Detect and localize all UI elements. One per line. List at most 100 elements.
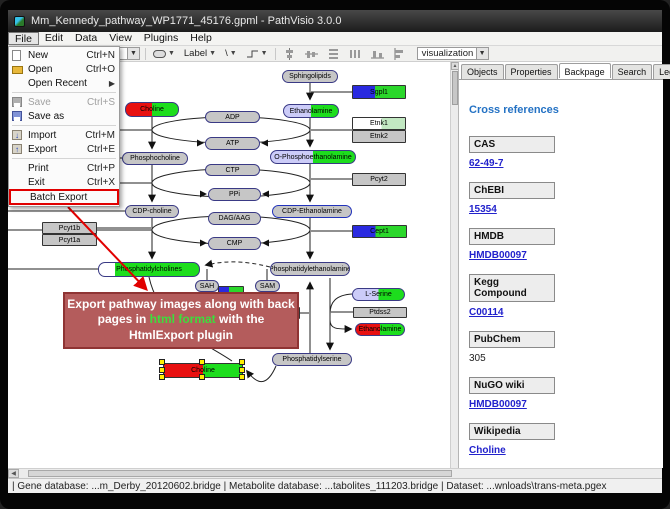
metabolite-node-l-serine[interactable]: L-Serine xyxy=(352,288,405,301)
menu-plugins[interactable]: Plugins xyxy=(138,32,184,45)
selection-handle[interactable] xyxy=(239,374,245,380)
gene-node-pcyt1b[interactable]: Pcyt1b xyxy=(42,222,97,234)
xref-source-header: HMDB xyxy=(469,228,555,245)
metabolite-node-ppi[interactable]: PPi xyxy=(208,188,261,201)
file-menu-item-open[interactable]: OpenCtrl+O xyxy=(9,62,119,76)
menu-edit[interactable]: Edit xyxy=(39,32,69,45)
file-menu-item-exit[interactable]: ExitCtrl+X xyxy=(9,175,119,189)
tab-search[interactable]: Search xyxy=(612,64,653,79)
visualization-combobox[interactable]: visualization ▼ xyxy=(417,47,489,60)
file-menu-item-import[interactable]: ↓ImportCtrl+M xyxy=(9,128,119,142)
align-center-y-button[interactable] xyxy=(303,47,320,61)
menu-help[interactable]: Help xyxy=(184,32,218,45)
metabolite-node-phosphatidylethanolamine[interactable]: Phosphatidylethanolamine xyxy=(270,262,350,276)
visualization-dropdown-arrow-icon[interactable]: ▼ xyxy=(476,48,488,59)
metabolite-node-cdp-choline[interactable]: CDP-choline xyxy=(125,205,179,218)
file-menu-item-export[interactable]: ↑ExportCtrl+E xyxy=(9,142,119,156)
file-menu-item-batch-export[interactable]: Batch Export xyxy=(9,189,119,205)
gene-node-sgpl1[interactable]: Sgpl1 xyxy=(352,85,406,99)
label-button-text: Label xyxy=(184,48,207,59)
file-menu-item-new[interactable]: NewCtrl+N xyxy=(9,48,119,62)
file-menu-item-save[interactable]: SaveCtrl+S xyxy=(9,95,119,109)
file-menu-shortcut: Ctrl+N xyxy=(86,50,115,61)
visualization-value: visualization xyxy=(422,48,474,59)
selection-handle[interactable] xyxy=(199,359,205,365)
screenshot-frame: Mm_Kennedy_pathway_WP1771_45176.gpml - P… xyxy=(0,0,670,509)
align-bottom-button[interactable] xyxy=(369,47,386,61)
metabolite-node-phosphatidylserine[interactable]: Phosphatidylserine xyxy=(272,353,352,366)
gene-node-cept1[interactable]: Cept1 xyxy=(352,225,407,238)
horizontal-scrollbar-thumb[interactable] xyxy=(28,470,452,477)
metabolite-node-ethanolamine[interactable]: Ethanolamine xyxy=(283,104,339,118)
file-menu-item-open-recent[interactable]: Open Recent▶ xyxy=(9,76,119,90)
metabolite-node-phosphatidylcholines[interactable]: Phosphatidylcholines xyxy=(98,262,200,277)
new-line-button[interactable]: \▼ xyxy=(223,47,239,61)
distribute-vertical-button[interactable] xyxy=(325,47,342,61)
selection-handle[interactable] xyxy=(159,367,165,373)
metabolite-node-choline[interactable]: Choline xyxy=(125,102,179,117)
selection-handle[interactable] xyxy=(199,374,205,380)
xref-section-cas: CAS62-49-7 xyxy=(469,136,653,169)
horizontal-scrollbar[interactable]: ◀ xyxy=(8,468,662,478)
align-center-y-icon xyxy=(305,48,318,60)
metabolite-node-dag-aag[interactable]: DAG/AAG xyxy=(208,212,261,225)
metabolite-node-cmp[interactable]: CMP xyxy=(208,237,261,250)
callout-highlight: html format xyxy=(150,312,216,326)
selection-handle[interactable] xyxy=(239,367,245,373)
save-icon xyxy=(12,97,24,108)
tab-backpage[interactable]: Backpage xyxy=(559,63,611,78)
file-menu-item-label: Batch Export xyxy=(30,192,109,203)
metabolite-node-o-phosphoethanolamine[interactable]: O-Phosphoethanolamine xyxy=(270,150,356,164)
file-menu: NewCtrl+NOpenCtrl+OOpen Recent▶ SaveCtrl+… xyxy=(8,46,120,207)
new-label-button[interactable]: Label▼ xyxy=(182,47,218,61)
tab-properties[interactable]: Properties xyxy=(505,64,558,79)
align-center-x-button[interactable] xyxy=(281,47,298,61)
distribute-horizontal-button[interactable] xyxy=(347,47,364,61)
metabolite-node-sam[interactable]: SAM xyxy=(255,280,280,292)
metabolite-node-phosphocholine[interactable]: Phosphocholine xyxy=(122,152,188,165)
xref-value: C00114 xyxy=(469,307,653,318)
metabolite-node-ethanolamine[interactable]: Ethanolamine xyxy=(355,323,405,336)
no-icon xyxy=(12,163,24,174)
vertical-scrollbar[interactable]: ▲ xyxy=(450,62,458,468)
file-menu-item-print[interactable]: PrintCtrl+P xyxy=(9,161,119,175)
gene-node-pcyt1a[interactable]: Pcyt1a xyxy=(42,234,97,246)
metabolite-node-ctp[interactable]: CTP xyxy=(205,164,260,176)
metabolite-node-atp[interactable]: ATP xyxy=(205,137,260,150)
menu-view[interactable]: View xyxy=(103,32,138,45)
gene-node-pcyt2[interactable]: Pcyt2 xyxy=(352,173,406,186)
metabolite-node-sah[interactable]: SAH xyxy=(195,280,219,292)
metabolite-node-cdp-ethanolamine[interactable]: CDP-Ethanolamine xyxy=(272,205,352,218)
file-menu-shortcut: Ctrl+O xyxy=(86,64,115,75)
tab-legend[interactable]: Legend xyxy=(653,64,670,79)
align-left-icon xyxy=(393,48,406,60)
metabolite-node-adp[interactable]: ADP xyxy=(205,111,260,123)
tab-objects[interactable]: Objects xyxy=(461,64,504,79)
new-connector-button[interactable]: ▼ xyxy=(244,47,270,61)
cross-references-heading: Cross references xyxy=(469,104,653,116)
gene-node-etnk2[interactable]: Etnk2 xyxy=(352,130,406,143)
scroll-left-icon[interactable]: ◀ xyxy=(8,469,19,478)
gene-node-etnk1[interactable]: Etnk1 xyxy=(352,117,406,130)
menu-data[interactable]: Data xyxy=(69,32,103,45)
xref-link[interactable]: 62-49-7 xyxy=(469,158,503,169)
align-left-button[interactable] xyxy=(391,47,408,61)
xref-link[interactable]: C00114 xyxy=(469,307,503,318)
xref-link[interactable]: HMDB00097 xyxy=(469,250,527,261)
menu-file[interactable]: File xyxy=(8,32,39,45)
menu-bar: FileEditDataViewPluginsHelp xyxy=(8,32,662,46)
xref-link[interactable]: HMDB00097 xyxy=(469,399,527,410)
selection-handle[interactable] xyxy=(159,374,165,380)
xref-section-chebi: ChEBI15354 xyxy=(469,182,653,215)
file-menu-shortcut: Ctrl+M xyxy=(85,130,115,141)
file-menu-item-save-as[interactable]: Save as xyxy=(9,109,119,123)
gene-node-ptdss2[interactable]: Ptdss2 xyxy=(353,307,407,318)
selection-handle[interactable] xyxy=(239,359,245,365)
new-datanode-button[interactable]: ▼ xyxy=(151,47,177,61)
selection-handle[interactable] xyxy=(159,359,165,365)
zoom-dropdown-arrow-icon[interactable]: ▼ xyxy=(127,48,139,59)
file-menu-item-label: Exit xyxy=(28,177,83,188)
xref-link[interactable]: Choline xyxy=(469,445,506,456)
metabolite-node-sphingolipids[interactable]: Sphingolipids xyxy=(282,70,338,83)
xref-link[interactable]: 15354 xyxy=(469,204,497,215)
